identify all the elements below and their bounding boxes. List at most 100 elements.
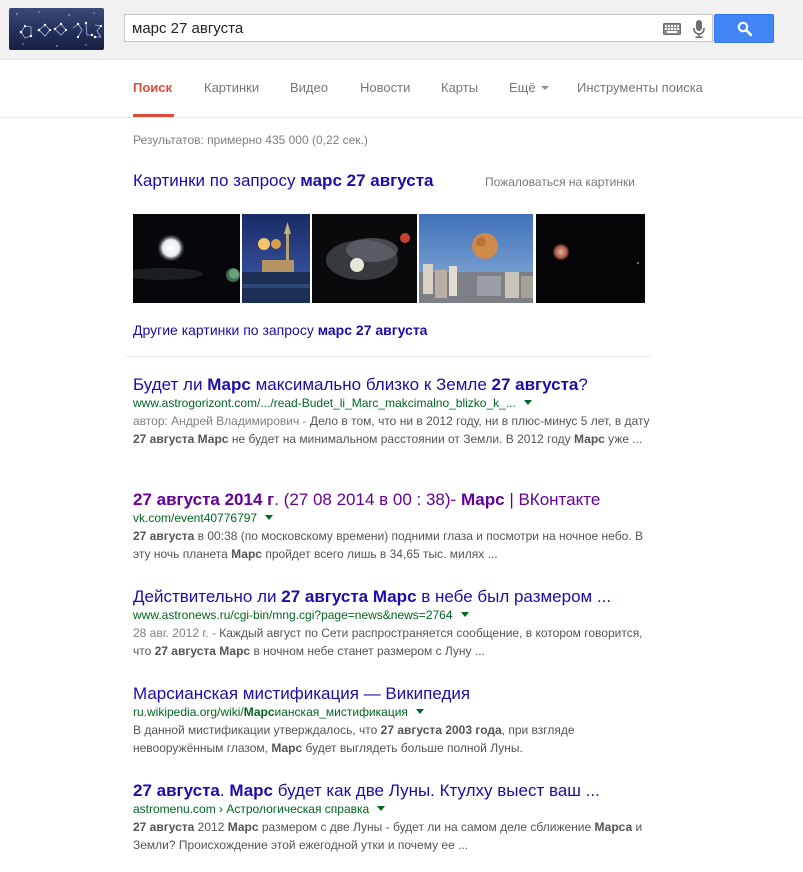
result-snippet: 28 авг. 2012 г. - Каждый август по Сети …: [133, 624, 653, 660]
bold-term: 27 августа 2003 года: [380, 723, 502, 737]
divider: [126, 356, 652, 357]
tab-more[interactable]: Ещё: [509, 80, 549, 95]
dropdown-caret-icon: [540, 85, 549, 90]
text-run: не будет на минимальном расстоянии от Зе…: [228, 432, 575, 446]
keyboard-icon[interactable]: [663, 22, 681, 40]
bold-term: Марс: [271, 741, 303, 755]
bold-term: Марс: [231, 547, 262, 561]
bold-term: Марс: [243, 705, 275, 719]
dropdown-caret-icon[interactable]: [265, 515, 274, 521]
bold-term: 27 августа Марс: [133, 432, 229, 446]
image-thumbnail[interactable]: [419, 214, 533, 303]
result-url: vk.com/event40776797: [133, 510, 653, 526]
bold-term: 27 августа: [133, 820, 195, 834]
bold-term: 27 августа Марс: [281, 587, 417, 606]
result-url: ru.wikipedia.org/wiki/Марсианская_мистиф…: [133, 704, 653, 720]
bold-term: 27 августа: [133, 781, 220, 800]
text-run: уже ...: [604, 432, 643, 446]
text-run: www.astrogorizont.com/.../read-Budet_li_…: [133, 396, 516, 410]
text-run: в небе был размером ...: [416, 587, 612, 606]
text-run: Дело в том, что ни в 2012 году, ни в плю…: [309, 414, 650, 428]
active-tab-indicator: [133, 114, 174, 117]
bold-term: Марс: [574, 432, 605, 446]
more-images-prefix: Другие картинки по запросу: [133, 322, 318, 338]
result-snippet: В данной мистификации утверждалось, что …: [133, 721, 653, 757]
text-run: astromenu.com › Астрологическая справка: [133, 802, 370, 816]
result-snippet: 27 августа 2012 Марс размером с две Луны…: [133, 818, 653, 854]
tab-news[interactable]: Новости: [360, 80, 410, 95]
tab-images[interactable]: Картинки: [204, 80, 259, 95]
text-run: ?: [578, 375, 588, 394]
search-tabs: Поиск Картинки Видео Новости Карты Ещё И…: [0, 59, 803, 118]
result-title-link[interactable]: Действительно ли 27 августа Марс в небе …: [133, 586, 653, 607]
text-run: ru.wikipedia.org/wiki/: [133, 705, 244, 719]
dropdown-caret-icon[interactable]: [377, 806, 386, 812]
text-run: www.astronews.ru/cgi-bin/mng.cgi?page=ne…: [133, 608, 453, 622]
tab-search-tools[interactable]: Инструменты поиска: [577, 80, 703, 95]
result-title-link[interactable]: Будет ли Марс максимально близко к Земле…: [133, 374, 653, 395]
result-author: автор: Андрей Владимирович -: [133, 414, 310, 428]
result-title-link[interactable]: Марсианская мистификация — Википедия: [133, 683, 653, 704]
text-run: максимально близко к Земле: [250, 375, 492, 394]
result-url-text: www.astrogorizont.com/.../read-Budet_li_…: [133, 396, 516, 410]
images-heading-prefix: Картинки по запросу: [133, 171, 301, 190]
search-result: 27 августа. Марс будет как две Луны. Кту…: [133, 780, 653, 854]
images-heading-query: марс 27 августа: [300, 171, 434, 190]
text-run: Будет ли: [133, 375, 208, 394]
microphone-icon[interactable]: [692, 19, 706, 44]
more-images-link[interactable]: Другие картинки по запросу марс 27 авгус…: [133, 322, 427, 338]
images-heading-link[interactable]: Картинки по запросу марс 27 августа: [133, 171, 434, 191]
search-result: Марсианская мистификация — Википедия ru.…: [133, 683, 653, 757]
text-run: vk.com/event40776797: [133, 511, 258, 525]
bold-term: Марс: [227, 820, 259, 834]
bold-term: 27 августа: [491, 375, 579, 394]
more-images-query: марс 27 августа: [317, 322, 428, 338]
result-title-link[interactable]: 27 августа. Марс будет как две Луны. Кту…: [133, 780, 653, 801]
bold-term: 27 августа Марс: [154, 644, 251, 658]
result-url-text: vk.com/event40776797: [133, 511, 257, 525]
report-images-link[interactable]: Пожаловаться на картинки: [485, 175, 635, 189]
image-thumbnail[interactable]: [133, 214, 240, 303]
google-doodle-logo[interactable]: [9, 8, 104, 50]
tab-video[interactable]: Видео: [290, 80, 328, 95]
text-run: будет выглядеть больше полной Луны.: [302, 741, 523, 755]
top-bar: [0, 0, 803, 60]
search-button[interactable]: [714, 14, 774, 43]
dropdown-caret-icon[interactable]: [523, 400, 532, 406]
result-url-text: www.astronews.ru/cgi-bin/mng.cgi?page=ne…: [133, 608, 453, 622]
result-snippet: 27 августа в 00:38 (по московскому време…: [133, 527, 653, 563]
dropdown-caret-icon[interactable]: [415, 709, 424, 715]
search-result: 27 августа 2014 г. (27 08 2014 в 00 : 38…: [133, 489, 653, 563]
result-stats: Результатов: примерно 435 000 (0,22 сек.…: [133, 133, 368, 147]
text-run: размером с две Луны - будет ли на самом …: [258, 820, 595, 834]
bold-term: Марс: [460, 490, 505, 509]
tab-search[interactable]: Поиск: [133, 80, 172, 95]
text-run: пройдет всего лишь в 34,65 тыс. милях ..…: [261, 547, 498, 561]
result-url: www.astrogorizont.com/.../read-Budet_li_…: [133, 395, 653, 411]
text-run: .: [219, 781, 230, 800]
image-thumbnail[interactable]: [536, 214, 645, 303]
text-run: | ВКонтакте: [504, 490, 601, 509]
text-run: ианская_мистификация: [274, 705, 408, 719]
result-url: www.astronews.ru/cgi-bin/mng.cgi?page=ne…: [133, 607, 653, 623]
bold-term: Марса: [594, 820, 633, 834]
bold-term: 27 августа: [133, 529, 195, 543]
search-input[interactable]: [125, 15, 645, 41]
tab-more-label: Ещё: [509, 80, 536, 95]
tab-maps[interactable]: Карты: [441, 80, 478, 95]
dropdown-caret-icon[interactable]: [460, 612, 469, 618]
result-title-link[interactable]: 27 августа 2014 г. (27 08 2014 в 00 : 38…: [133, 489, 653, 510]
text-run: будет как две Луны. Ктулху выест ваш ...: [273, 781, 600, 800]
text-run: . (27 08 2014 в 00 : 38)-: [274, 490, 461, 509]
result-url: astromenu.com › Астрологическая справка: [133, 801, 653, 817]
image-thumbnail[interactable]: [242, 214, 310, 303]
text-run: Марсианская мистификация — Википедия: [133, 684, 471, 703]
bold-term: Марс: [207, 375, 251, 394]
search-result: Действительно ли 27 августа Марс в небе …: [133, 586, 653, 660]
image-thumbnail[interactable]: [312, 214, 417, 303]
bold-term: Марс: [229, 781, 274, 800]
text-run: В данной мистификации утверждалось, что: [133, 723, 381, 737]
result-url-text: astromenu.com › Астрологическая справка: [133, 802, 369, 816]
search-box: [124, 14, 713, 42]
result-snippet: автор: Андрей Владимирович - Дело в том,…: [133, 412, 653, 448]
